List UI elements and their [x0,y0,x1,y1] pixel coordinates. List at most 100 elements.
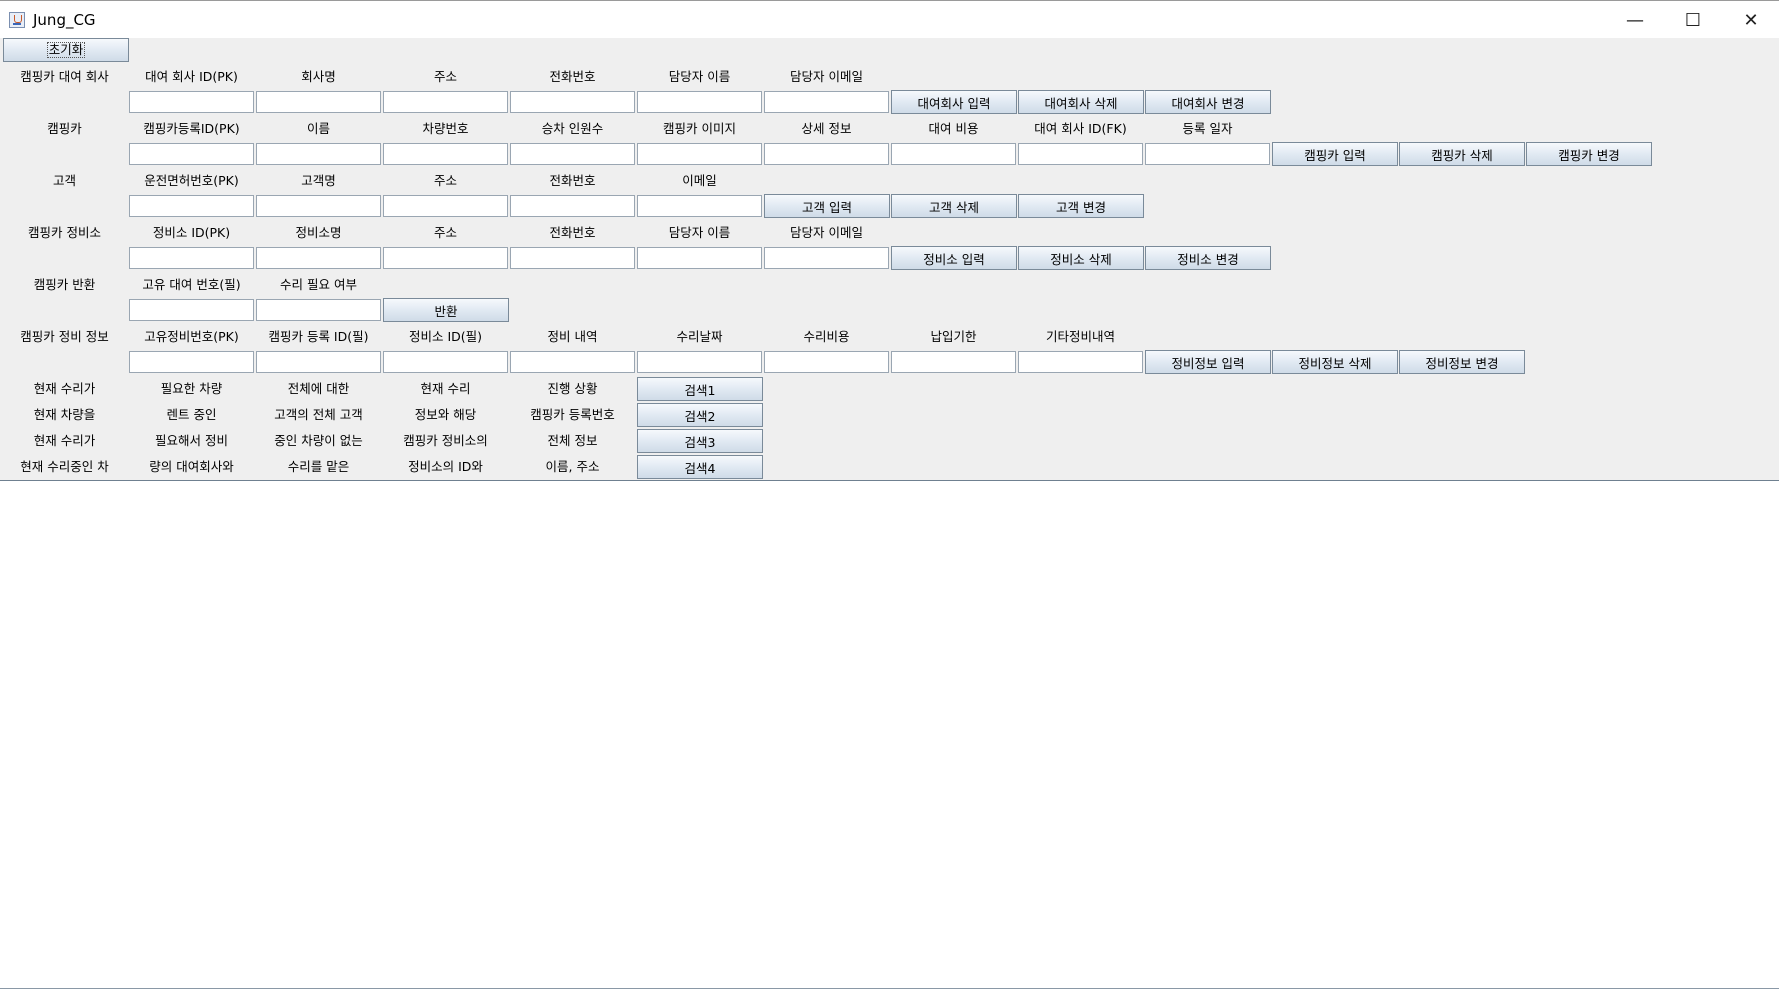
repair-shop-field-3[interactable] [383,247,508,269]
rental-company-field-3[interactable] [383,91,508,113]
rental-company-button-3[interactable]: 대여회사 변경 [1145,90,1271,114]
maintenance-info-button-1[interactable]: 정비정보 입력 [1145,350,1271,374]
repair-shop-button-1[interactable]: 정비소 입력 [891,246,1017,270]
maintenance-info-column-label: 납입기한 [930,329,977,344]
rental-company-button-1[interactable]: 대여회사 입력 [891,90,1017,114]
search-1-description: 전체에 대한 [287,381,350,396]
camping-car-field-1[interactable] [129,143,254,165]
camping-car-button-1[interactable]: 캠핑카 입력 [1272,142,1398,166]
camping-car-column-label: 이름 [306,121,330,136]
maintenance-info-field-3[interactable] [383,351,508,373]
rental-company-column-label: 주소 [433,69,457,84]
repair-shop-column-label: 전화번호 [549,225,596,240]
results-area[interactable] [0,480,1779,991]
camping-car-section-label: 캠핑카 [47,121,82,136]
car-return-column-label: 고유 대여 번호(필) [142,277,241,292]
search-2-description: 렌트 중인 [166,407,217,422]
camping-car-field-9[interactable] [1145,143,1270,165]
car-return-column-label: 수리 필요 여부 [280,277,357,292]
maintenance-info-column-label: 캠핑카 등록 ID(필) [268,329,369,344]
camping-car-column-label: 대여 비용 [928,121,979,136]
rental-company-field-6[interactable] [764,91,889,113]
camping-car-field-3[interactable] [383,143,508,165]
repair-shop-field-1[interactable] [129,247,254,269]
repair-shop-field-5[interactable] [637,247,762,269]
rental-company-button-2[interactable]: 대여회사 삭제 [1018,90,1144,114]
camping-car-column-label: 캠핑카 이미지 [663,121,736,136]
search-1-description: 필요한 차량 [160,381,223,396]
results-bottom-border [0,988,1779,989]
search-4-description: 수리를 맡은 [287,459,350,474]
repair-shop-field-2[interactable] [256,247,381,269]
rental-company-column-label: 회사명 [301,69,336,84]
search-1-button[interactable]: 검색1 [637,377,763,401]
search-3-button[interactable]: 검색3 [637,429,763,453]
customer-field-2[interactable] [256,195,381,217]
customer-column-label: 주소 [433,173,457,188]
maintenance-info-column-label: 수리날짜 [676,329,723,344]
maintenance-info-field-5[interactable] [637,351,762,373]
camping-car-field-6[interactable] [764,143,889,165]
maintenance-info-button-3[interactable]: 정비정보 변경 [1399,350,1525,374]
maximize-icon[interactable]: ☐ [1664,1,1722,39]
camping-car-field-5[interactable] [637,143,762,165]
rental-company-field-1[interactable] [129,91,254,113]
rental-company-field-4[interactable] [510,91,635,113]
customer-button-3[interactable]: 고객 변경 [1018,194,1144,218]
search-4-button[interactable]: 검색4 [637,455,763,479]
customer-field-1[interactable] [129,195,254,217]
camping-car-column-label: 대여 회사 ID(FK) [1034,121,1127,136]
camping-car-field-7[interactable] [891,143,1016,165]
rental-company-column-label: 담당자 이름 [668,69,731,84]
search-4-description: 량의 대여회사와 [149,459,234,474]
car-return-section-label: 캠핑카 반환 [33,277,96,292]
repair-shop-column-label: 정비소명 [295,225,342,240]
maintenance-info-field-7[interactable] [891,351,1016,373]
close-icon[interactable]: ✕ [1722,1,1779,39]
search-4-description: 이름, 주소 [545,459,600,474]
title-bar: Jung_CG — ☐ ✕ [0,0,1779,38]
maintenance-info-field-6[interactable] [764,351,889,373]
camping-car-field-2[interactable] [256,143,381,165]
customer-button-1[interactable]: 고객 입력 [764,194,890,218]
repair-shop-section-label: 캠핑카 정비소 [28,225,101,240]
customer-section-label: 고객 [52,173,76,188]
car-return-button-1[interactable]: 반환 [383,298,509,322]
customer-column-label: 전화번호 [549,173,596,188]
car-return-field-1[interactable] [129,299,254,321]
camping-car-column-label: 승차 인원수 [541,121,604,136]
customer-field-3[interactable] [383,195,508,217]
reset-button[interactable]: 초기화 [3,38,129,62]
maintenance-info-field-2[interactable] [256,351,381,373]
search-2-description: 현재 차량을 [33,407,96,422]
car-return-field-2[interactable] [256,299,381,321]
form-panel: 초기화 캠핑카 대여 회사 대여 회사 ID(PK) 회사명 주소 전화번호 담당자 이름… [0,38,1779,480]
rental-company-field-2[interactable] [256,91,381,113]
camping-car-button-3[interactable]: 캠핑카 변경 [1526,142,1652,166]
camping-car-button-2[interactable]: 캠핑카 삭제 [1399,142,1525,166]
repair-shop-column-label: 담당자 이름 [668,225,731,240]
reset-button-label: 초기화 [46,42,86,58]
rental-company-column-label: 전화번호 [549,69,596,84]
repair-shop-button-2[interactable]: 정비소 삭제 [1018,246,1144,270]
maintenance-info-button-2[interactable]: 정비정보 삭제 [1272,350,1398,374]
customer-button-2[interactable]: 고객 삭제 [891,194,1017,218]
search-4-description: 현재 수리중인 차 [20,459,109,474]
customer-field-5[interactable] [637,195,762,217]
customer-field-4[interactable] [510,195,635,217]
camping-car-field-8[interactable] [1018,143,1143,165]
minimize-icon[interactable]: — [1606,1,1664,39]
rental-company-field-5[interactable] [637,91,762,113]
maintenance-info-field-4[interactable] [510,351,635,373]
maintenance-info-field-8[interactable] [1018,351,1143,373]
java-app-icon [9,12,25,28]
repair-shop-button-3[interactable]: 정비소 변경 [1145,246,1271,270]
repair-shop-column-label: 주소 [433,225,457,240]
search-2-button[interactable]: 검색2 [637,403,763,427]
maintenance-info-field-1[interactable] [129,351,254,373]
repair-shop-field-4[interactable] [510,247,635,269]
repair-shop-field-6[interactable] [764,247,889,269]
search-1-description: 진행 상황 [547,381,598,396]
maintenance-info-column-label: 정비 내역 [547,329,598,344]
camping-car-field-4[interactable] [510,143,635,165]
